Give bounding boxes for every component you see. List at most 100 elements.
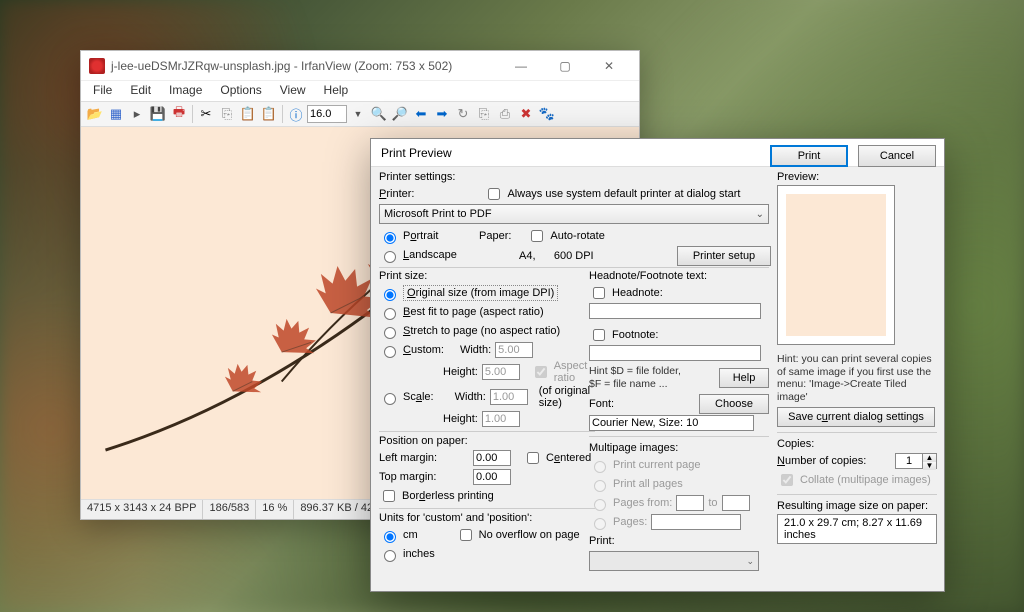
original-size-radio[interactable] bbox=[384, 289, 396, 301]
menu-help[interactable]: Help bbox=[316, 81, 357, 101]
toolbar: 📂 ▦ ▸ 💾 🖶 ✂ ⎘ 📋 📋 ⓘ ▼ 🔍 🔎 ⬅ ➡ ↻ ⎘ ⎙ ✖ 🐾 bbox=[81, 101, 639, 127]
always-default-label: Always use system default printer at dia… bbox=[507, 188, 740, 200]
print-combo[interactable]: ⌄ bbox=[589, 551, 759, 571]
scale-width-input[interactable] bbox=[490, 389, 528, 405]
original-size-label: Original size (from image DPI) bbox=[403, 285, 558, 301]
footnote-checkbox[interactable] bbox=[593, 329, 605, 341]
scale-height-input[interactable] bbox=[482, 411, 520, 427]
paste2-icon[interactable]: ⎙ bbox=[495, 104, 515, 124]
printer-combo[interactable]: Microsoft Print to PDF bbox=[379, 204, 769, 224]
bestfit-radio[interactable] bbox=[384, 308, 396, 320]
status-frame: 186/583 bbox=[203, 500, 256, 519]
minimize-button[interactable]: — bbox=[499, 52, 543, 80]
stretch-radio[interactable] bbox=[384, 327, 396, 339]
borderless-checkbox[interactable] bbox=[383, 490, 395, 502]
no-overflow-label: No overflow on page bbox=[479, 529, 580, 541]
zoom-input[interactable] bbox=[307, 105, 347, 123]
print-current-radio bbox=[594, 461, 606, 473]
paper-label: Paper: bbox=[479, 230, 511, 242]
status-dims: 4715 x 3143 x 24 BPP bbox=[81, 500, 203, 519]
thumbnails-icon[interactable]: ▦ bbox=[106, 104, 126, 124]
footnote-input[interactable] bbox=[589, 345, 761, 361]
paste-icon[interactable]: 📋 bbox=[238, 104, 258, 124]
print-current-label: Print current page bbox=[613, 459, 700, 471]
printer-setup-button[interactable]: Printer setup bbox=[677, 246, 771, 266]
menu-options[interactable]: Options bbox=[212, 81, 269, 101]
info-icon[interactable]: ⓘ bbox=[286, 104, 306, 124]
custom-radio[interactable] bbox=[384, 346, 396, 358]
portrait-label: Portrait bbox=[403, 230, 438, 242]
left-margin-input[interactable] bbox=[473, 450, 511, 466]
cut-icon[interactable]: ✂ bbox=[196, 104, 216, 124]
settings-icon[interactable]: ✖ bbox=[516, 104, 536, 124]
inches-label: inches bbox=[403, 548, 435, 560]
print-button[interactable]: Print bbox=[770, 145, 848, 167]
zoom-in-icon[interactable]: 🔍 bbox=[369, 104, 389, 124]
close-button[interactable]: ✕ bbox=[587, 52, 631, 80]
pages-from-radio bbox=[594, 499, 606, 511]
choose-font-button[interactable]: Choose bbox=[699, 394, 769, 414]
copy2-icon[interactable]: ⎘ bbox=[474, 104, 494, 124]
custom-height-input[interactable] bbox=[482, 364, 520, 380]
multipage-label: Multipage images: bbox=[589, 442, 769, 454]
zoom-dropdown-icon[interactable]: ▼ bbox=[348, 104, 368, 124]
print-all-radio bbox=[594, 480, 606, 492]
headnote-input[interactable] bbox=[589, 303, 761, 319]
result-label: Resulting image size on paper: bbox=[777, 500, 937, 512]
scale-radio[interactable] bbox=[384, 393, 396, 405]
cancel-button[interactable]: Cancel bbox=[858, 145, 936, 167]
landscape-radio[interactable] bbox=[384, 251, 396, 263]
headnote-checkbox[interactable] bbox=[593, 287, 605, 299]
open-icon[interactable]: 📂 bbox=[85, 104, 105, 124]
slideshow-icon[interactable]: ▸ bbox=[127, 104, 147, 124]
menu-file[interactable]: File bbox=[85, 81, 120, 101]
status-pct: 16 % bbox=[256, 500, 294, 519]
cat-icon[interactable]: 🐾 bbox=[537, 104, 557, 124]
pages-to-input bbox=[722, 495, 750, 511]
auto-rotate-checkbox[interactable] bbox=[531, 230, 543, 242]
menu-image[interactable]: Image bbox=[161, 81, 210, 101]
top-margin-input[interactable] bbox=[473, 469, 511, 485]
undo-icon[interactable]: 📋 bbox=[259, 104, 279, 124]
delete-icon[interactable]: 🖶 bbox=[169, 104, 189, 124]
hint-copies: Hint: you can print several copies of sa… bbox=[777, 353, 937, 403]
custom-width-input[interactable] bbox=[495, 342, 533, 358]
aspect-ratio-checkbox bbox=[535, 366, 547, 378]
custom-label: Custom: bbox=[403, 344, 444, 356]
scale-height-label: Height: bbox=[443, 413, 478, 425]
preview-page bbox=[786, 194, 886, 336]
left-margin-label: Left margin: bbox=[379, 452, 469, 464]
of-original-label: (of original size) bbox=[539, 385, 595, 409]
zoom-out-icon[interactable]: 🔎 bbox=[390, 104, 410, 124]
paper-info: A4, 600 DPI bbox=[519, 250, 594, 262]
maximize-button[interactable]: ▢ bbox=[543, 52, 587, 80]
font-input[interactable] bbox=[589, 415, 754, 431]
pages-radio bbox=[594, 518, 606, 530]
borderless-label: Borderless printing bbox=[402, 490, 494, 502]
preview-box bbox=[777, 185, 895, 345]
portrait-radio[interactable] bbox=[384, 232, 396, 244]
menu-view[interactable]: View bbox=[272, 81, 314, 101]
menu-edit[interactable]: Edit bbox=[122, 81, 159, 101]
scale-width-label: Width: bbox=[455, 391, 486, 403]
cm-radio[interactable] bbox=[384, 531, 396, 543]
save-icon[interactable]: 💾 bbox=[148, 104, 168, 124]
copies-spinner[interactable]: ▲▼ bbox=[895, 453, 937, 469]
rotate-icon[interactable]: ↻ bbox=[453, 104, 473, 124]
save-settings-button[interactable]: Save current dialog settings bbox=[777, 407, 935, 427]
printer-name: Microsoft Print to PDF bbox=[384, 208, 492, 220]
no-overflow-checkbox[interactable] bbox=[460, 529, 472, 541]
print-dropdown-label: Print: bbox=[589, 535, 615, 547]
num-copies-label: Number of copies: bbox=[777, 455, 866, 467]
landscape-label: Landscape bbox=[403, 249, 457, 261]
prev-icon[interactable]: ⬅ bbox=[411, 104, 431, 124]
centered-checkbox[interactable] bbox=[527, 452, 539, 464]
inches-radio[interactable] bbox=[384, 550, 396, 562]
always-default-checkbox[interactable] bbox=[488, 188, 500, 200]
pages-from-input bbox=[676, 495, 704, 511]
window-title: j-lee-ueDSMrJZRqw-unsplash.jpg - IrfanVi… bbox=[111, 59, 452, 73]
next-icon[interactable]: ➡ bbox=[432, 104, 452, 124]
copies-input[interactable] bbox=[895, 453, 923, 469]
help-button[interactable]: Help bbox=[719, 368, 769, 388]
copy-icon[interactable]: ⎘ bbox=[217, 104, 237, 124]
